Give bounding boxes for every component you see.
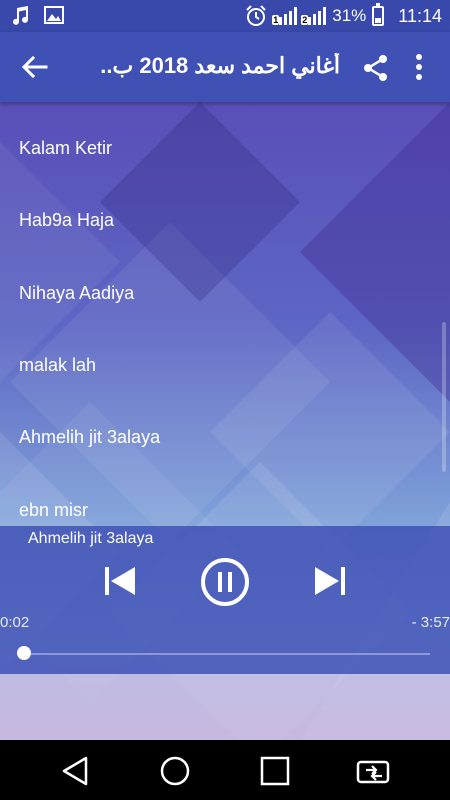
- remaining-time: - 3:57: [411, 614, 450, 631]
- clock: 11:14: [398, 5, 442, 26]
- status-bar: 1 2 31% 11:14: [0, 0, 450, 32]
- pause-button[interactable]: [199, 556, 251, 608]
- seek-thumb[interactable]: [17, 646, 31, 660]
- list-item[interactable]: Hab9a Haja: [19, 210, 114, 231]
- music-note-icon: [13, 6, 28, 25]
- image-icon: [44, 6, 64, 24]
- list-item[interactable]: Nihaya Aadiya: [19, 283, 134, 304]
- list-item[interactable]: malak lah: [19, 355, 96, 376]
- app-toolbar: أغاني احمد سعد 2018 ب..: [0, 32, 450, 102]
- sim1-signal-icon: 1: [272, 7, 298, 25]
- alarm-icon: [246, 5, 266, 26]
- more-vert-icon[interactable]: [412, 52, 426, 82]
- page-title: أغاني احمد سعد 2018 ب..: [100, 53, 340, 78]
- seek-bar[interactable]: [24, 653, 430, 655]
- background-band: [0, 674, 450, 740]
- battery-icon: [372, 3, 385, 26]
- player-panel: Ahmelih jit 3alaya 0:02 - 3:57: [0, 526, 450, 674]
- sim2-label: 2: [301, 15, 309, 25]
- song-list: Kalam Ketir Hab9a Haja Nihaya Aadiya mal…: [0, 102, 450, 526]
- recents-square-icon[interactable]: [259, 755, 291, 787]
- home-circle-icon[interactable]: [159, 755, 191, 787]
- arrow-left-icon[interactable]: [20, 52, 50, 82]
- list-item[interactable]: ebn misr: [19, 500, 88, 521]
- skip-previous-icon[interactable]: [103, 564, 137, 598]
- current-time: 0:02: [0, 614, 30, 631]
- app-switch-icon[interactable]: [356, 755, 392, 787]
- scrollbar[interactable]: [442, 322, 446, 472]
- system-nav-bar: [0, 740, 450, 800]
- share-icon[interactable]: [362, 54, 390, 82]
- skip-next-icon[interactable]: [313, 564, 347, 598]
- list-item[interactable]: Kalam Ketir: [19, 138, 112, 159]
- battery-percent: 31%: [332, 6, 367, 25]
- now-playing-title: Ahmelih jit 3alaya: [28, 530, 154, 547]
- list-item[interactable]: Ahmelih jit 3alaya: [19, 427, 160, 448]
- sim2-signal-icon: 2: [301, 7, 327, 25]
- sim1-label: 1: [272, 15, 280, 25]
- back-triangle-icon[interactable]: [60, 755, 92, 787]
